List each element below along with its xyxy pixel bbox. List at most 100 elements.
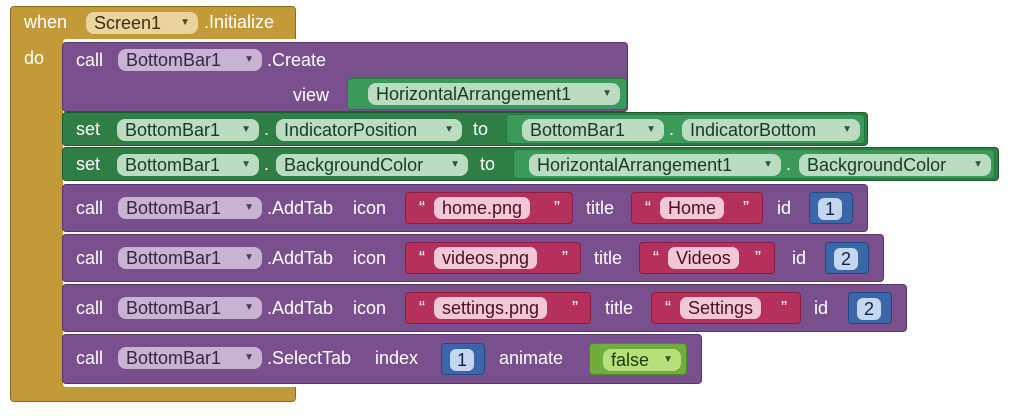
create-call-block[interactable]: call BottomBar1 ▼ .Create view Horizonta…	[62, 42, 628, 112]
chevron-down-icon: ▼	[763, 159, 773, 170]
icon-param-label: icon	[353, 298, 387, 318]
value-component-label: HorizontalArrangement1	[537, 155, 733, 175]
call-keyword: call	[76, 248, 104, 268]
title-text-block[interactable]: “ Videos ”	[639, 242, 775, 274]
open-quote-icon: “	[665, 298, 671, 318]
title-param-label: title	[594, 248, 623, 268]
component-label: BottomBar1	[126, 248, 222, 268]
dot-separator: .	[264, 119, 270, 139]
id-number-value[interactable]: 2	[857, 298, 881, 320]
to-keyword: to	[473, 119, 489, 139]
component-label: BottomBar1	[125, 120, 221, 140]
value-component-dropdown[interactable]: BottomBar1 ▼	[522, 119, 664, 141]
id-param-label: id	[814, 298, 829, 318]
create-component-dropdown[interactable]: BottomBar1 ▼	[118, 49, 262, 71]
chevron-down-icon: ▼	[244, 202, 254, 213]
id-number-block[interactable]: 2	[825, 242, 869, 274]
chevron-down-icon: ▼	[244, 302, 254, 313]
boolean-dropdown[interactable]: false ▼	[603, 349, 681, 371]
title-param-label: title	[605, 298, 634, 318]
close-quote-icon: ”	[755, 248, 761, 268]
method-label: .AddTab	[267, 248, 334, 268]
animate-boolean-block[interactable]: false ▼	[589, 343, 687, 375]
icon-text-block[interactable]: “ settings.png ”	[405, 292, 591, 324]
id-number-value[interactable]: 2	[834, 248, 858, 270]
component-dropdown[interactable]: BottomBar1 ▼	[118, 297, 262, 319]
component-dropdown[interactable]: BottomBar1 ▼	[118, 247, 262, 269]
index-number-value[interactable]: 1	[450, 349, 474, 371]
open-quote-icon: “	[645, 198, 651, 218]
screen-component-label: Screen1	[94, 13, 162, 33]
open-quote-icon: “	[419, 298, 425, 318]
indicator-value-block[interactable]: BottomBar1 ▼ . IndicatorBottom ▼	[506, 114, 865, 144]
component-label: BottomBar1	[126, 348, 222, 368]
component-label: BottomBar1	[126, 298, 222, 318]
chevron-down-icon: ▼	[663, 354, 673, 365]
addtab-home-block[interactable]: call BottomBar1 ▼ .AddTab icon “ home.pn…	[62, 184, 868, 232]
title-text-value[interactable]: Videos	[668, 247, 739, 269]
addtab-videos-block[interactable]: call BottomBar1 ▼ .AddTab icon “ videos.…	[62, 234, 884, 282]
icon-text-block[interactable]: “ home.png ”	[405, 192, 573, 224]
open-quote-icon: “	[419, 248, 425, 268]
dot-separator: .	[669, 119, 675, 139]
title-text-value[interactable]: Home	[660, 197, 725, 219]
id-number-value[interactable]: 1	[818, 198, 842, 220]
component-label: BottomBar1	[125, 155, 221, 175]
method-label: .Create	[267, 50, 327, 70]
chevron-down-icon: ▼	[450, 159, 460, 170]
title-text-block[interactable]: “ Settings ”	[651, 292, 801, 324]
chevron-down-icon: ▼	[241, 124, 251, 135]
title-text-block[interactable]: “ Home ”	[631, 192, 763, 224]
property-dropdown[interactable]: IndicatorPosition ▼	[276, 119, 462, 141]
chevron-down-icon: ▼	[244, 352, 254, 363]
background-value-block[interactable]: HorizontalArrangement1 ▼ . BackgroundCol…	[513, 149, 995, 179]
event-name-label: .Initialize	[204, 12, 275, 32]
chevron-down-icon: ▼	[244, 252, 254, 263]
chevron-down-icon: ▼	[244, 54, 254, 65]
chevron-down-icon: ▼	[444, 124, 454, 135]
when-keyword: when	[24, 12, 68, 32]
selecttab-call-block[interactable]: call BottomBar1 ▼ .SelectTab index 1 ani…	[62, 334, 702, 384]
call-keyword: call	[76, 298, 104, 318]
call-keyword: call	[76, 50, 104, 70]
value-component-dropdown[interactable]: HorizontalArrangement1 ▼	[529, 154, 781, 176]
chevron-down-icon: ▼	[646, 124, 656, 135]
id-number-block[interactable]: 2	[848, 292, 892, 324]
method-label: .AddTab	[267, 298, 334, 318]
open-quote-icon: “	[653, 248, 659, 268]
value-property-dropdown[interactable]: BackgroundColor ▼	[799, 154, 991, 176]
value-component-label: BottomBar1	[530, 120, 626, 140]
screen-component-dropdown[interactable]: Screen1 ▼	[86, 12, 198, 34]
component-dropdown[interactable]: BottomBar1 ▼	[118, 347, 262, 369]
to-keyword: to	[480, 154, 496, 174]
icon-text-value[interactable]: videos.png	[434, 247, 538, 269]
set-indicator-position-block[interactable]: set BottomBar1 ▼ . IndicatorPosition ▼ t…	[62, 112, 868, 146]
icon-text-block[interactable]: “ videos.png ”	[405, 242, 581, 274]
do-keyword: do	[24, 48, 45, 68]
property-dropdown[interactable]: BackgroundColor ▼	[276, 154, 468, 176]
component-dropdown[interactable]: BottomBar1 ▼	[118, 197, 262, 219]
view-component-block[interactable]: HorizontalArrangement1 ▼	[347, 78, 627, 110]
chevron-down-icon: ▼	[602, 88, 612, 99]
title-text-value[interactable]: Settings	[680, 297, 762, 319]
value-property-label: IndicatorBottom	[690, 120, 817, 140]
dot-separator: .	[264, 154, 270, 174]
close-quote-icon: ”	[781, 298, 787, 318]
set-component-dropdown[interactable]: BottomBar1 ▼	[117, 119, 259, 141]
chevron-down-icon: ▼	[241, 159, 251, 170]
set-background-color-block[interactable]: set BottomBar1 ▼ . BackgroundColor ▼ to …	[62, 147, 999, 181]
value-property-dropdown[interactable]: IndicatorBottom ▼	[682, 119, 860, 141]
index-number-block[interactable]: 1	[441, 343, 485, 375]
icon-param-label: icon	[353, 248, 387, 268]
icon-text-value[interactable]: home.png	[434, 197, 531, 219]
title-param-label: title	[586, 198, 615, 218]
component-label: BottomBar1	[126, 198, 222, 218]
id-number-block[interactable]: 1	[809, 192, 853, 224]
call-keyword: call	[76, 198, 104, 218]
set-keyword: set	[76, 119, 101, 139]
dot-separator: .	[786, 154, 792, 174]
view-component-dropdown[interactable]: HorizontalArrangement1 ▼	[368, 83, 620, 105]
set-component-dropdown[interactable]: BottomBar1 ▼	[117, 154, 259, 176]
icon-text-value[interactable]: settings.png	[434, 297, 548, 319]
addtab-settings-block[interactable]: call BottomBar1 ▼ .AddTab icon “ setting…	[62, 284, 907, 332]
